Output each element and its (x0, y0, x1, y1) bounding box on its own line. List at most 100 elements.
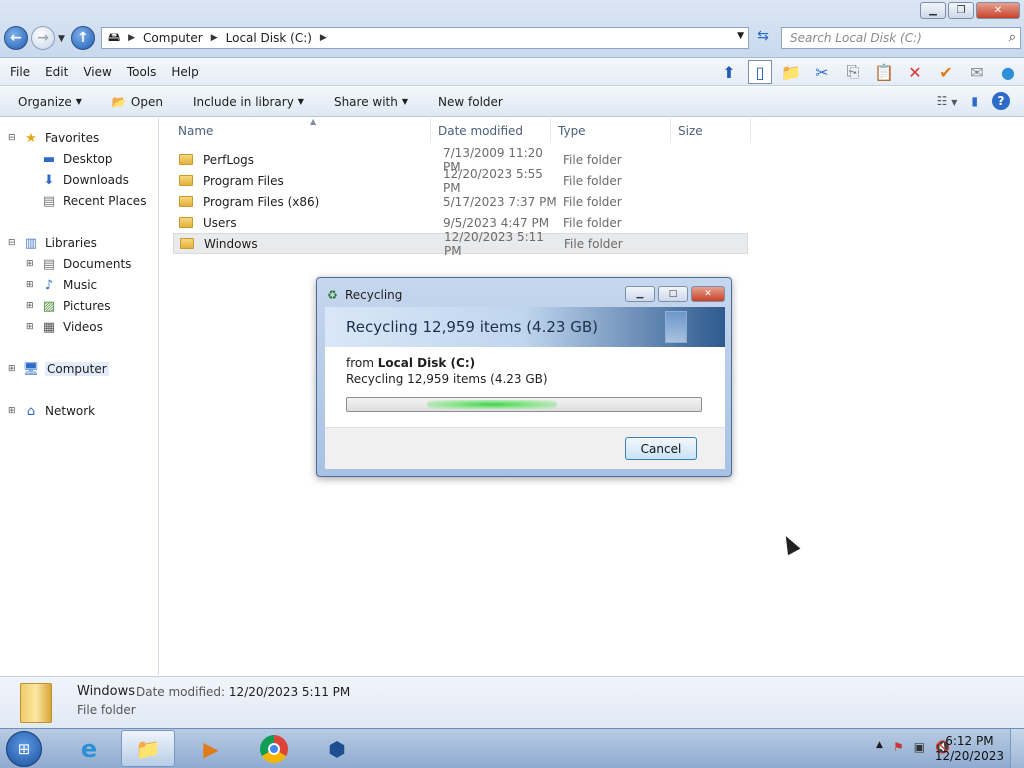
clock-time: 6:12 PM (945, 734, 994, 748)
show-desktop-button[interactable] (1010, 729, 1024, 768)
computer-icon: 🖴 (108, 29, 121, 44)
address-history-dropdown[interactable]: ▼ (737, 31, 744, 41)
back-button[interactable]: ← (4, 26, 28, 50)
list-item[interactable]: Program Files 12/20/2023 5:55 PM File fo… (173, 167, 748, 195)
list-item-selected[interactable]: Windows 12/20/2023 5:11 PM File folder (173, 230, 748, 258)
taskbar-chrome[interactable] (247, 730, 301, 767)
cancel-button[interactable]: Cancel (625, 437, 697, 460)
menu-view[interactable]: View (83, 65, 111, 79)
organize-button[interactable]: Organize ▼ (18, 95, 82, 109)
dialog-title: Recycling (345, 288, 403, 302)
item-name: Program Files (x86) (203, 194, 320, 209)
breadcrumb-separator-icon[interactable]: ▶ (128, 33, 135, 43)
delete-icon[interactable]: ✕ (903, 60, 927, 84)
tree-libraries[interactable]: ⊟ ▥ Libraries (8, 235, 97, 251)
downloads-icon: ⬇ (43, 172, 55, 188)
copy-icon[interactable]: ⎘ (841, 60, 865, 84)
view-options-icon[interactable]: ☷ ▼ (937, 94, 958, 108)
expand-icon[interactable]: ⊞ (8, 406, 17, 416)
column-header-type[interactable]: Type (553, 118, 671, 143)
tree-network[interactable]: ⊞ ⌂ Network (8, 403, 95, 419)
network-status-icon[interactable]: ▣ (914, 740, 925, 754)
restore-button[interactable]: ❐ (948, 2, 974, 19)
close-button[interactable]: ✕ (976, 2, 1020, 19)
taskbar-internet-explorer[interactable]: e (62, 730, 116, 767)
checkmark-icon[interactable]: ✔ (934, 60, 958, 84)
libraries-icon: ▥ (24, 235, 38, 251)
share-with-label: Share with (333, 94, 398, 109)
menu-file[interactable]: File (10, 65, 30, 79)
tree-pictures[interactable]: ⊞ ▨ Pictures (26, 298, 111, 314)
expand-icon[interactable]: ⊞ (8, 364, 17, 374)
preview-pane-toggle-icon[interactable]: ▮ (971, 94, 978, 108)
dialog-maximize-button[interactable]: □ (658, 286, 688, 302)
recent-pages-dropdown[interactable]: ▼ (58, 34, 65, 44)
tree-documents[interactable]: ⊞ ▤ Documents (26, 256, 131, 272)
tree-music[interactable]: ⊞ ♪ Music (26, 277, 97, 293)
tree-computer[interactable]: ⊞ 🖥 Computer (8, 361, 109, 377)
refresh-icon[interactable]: ⇆ (752, 28, 774, 48)
videos-label: Videos (63, 320, 103, 334)
breadcrumb-separator-icon[interactable]: ▶ (211, 33, 218, 43)
taskbar-windows-explorer[interactable]: 📁 (121, 730, 175, 767)
menu-edit[interactable]: Edit (45, 65, 68, 79)
dialog-status: Recycling 12,959 items (4.23 GB) (346, 372, 548, 386)
tree-recent-places[interactable]: ▤ Recent Places (41, 193, 147, 209)
mail-icon[interactable]: ✉ (965, 60, 989, 84)
new-folder-button[interactable]: New folder (438, 95, 503, 109)
dialog-close-button[interactable]: ✕ (691, 286, 725, 302)
show-hidden-icons-icon[interactable]: ▲ (876, 740, 883, 754)
search-input[interactable]: Search Local Disk (C:) ⌕ (781, 27, 1021, 49)
expand-icon[interactable]: ⊞ (26, 301, 35, 311)
computer-label: Computer (45, 362, 109, 376)
column-header-date-modified[interactable]: Date modified (433, 118, 551, 143)
minimize-button[interactable]: ▁ (920, 2, 946, 19)
collapse-icon[interactable]: ⊟ (8, 133, 17, 143)
up-button[interactable]: ↑ (71, 26, 95, 50)
tree-downloads[interactable]: ⬇ Downloads (41, 172, 129, 188)
address-bar[interactable]: 🖴 ▶ Computer ▶ Local Disk (C:) ▶ ▼ (101, 27, 749, 49)
preview-pane-icon[interactable]: ▯ (748, 60, 772, 84)
music-label: Music (63, 278, 98, 292)
breadcrumb-computer[interactable]: Computer (143, 31, 203, 45)
expand-icon[interactable]: ⊞ (26, 280, 35, 290)
menu-tools[interactable]: Tools (127, 65, 157, 79)
cut-icon[interactable]: ✂ (810, 60, 834, 84)
taskbar: ⊞ e 📁 ▶ ⬢ ▲ ⚑ ▣ 🔇 6:12 PM 12/20/2023 (0, 728, 1024, 768)
include-in-library-button[interactable]: Include in library ▼ (193, 95, 304, 109)
breadcrumb-local-disk[interactable]: Local Disk (C:) (226, 31, 312, 45)
dialog-heading-banner: Recycling 12,959 items (4.23 GB) (325, 307, 725, 347)
up-folder-icon[interactable]: ⬆ (717, 60, 741, 84)
folder-icon (179, 217, 193, 228)
folder-check-icon[interactable]: 📁 (779, 60, 803, 84)
list-item[interactable]: Program Files (x86) 5/17/2023 7:37 PM Fi… (173, 191, 748, 212)
share-with-button[interactable]: Share with ▼ (334, 95, 408, 109)
expand-icon[interactable]: ⊞ (26, 259, 35, 269)
clock[interactable]: 6:12 PM 12/20/2023 (935, 734, 1004, 764)
item-name: Program Files (203, 173, 284, 188)
help-icon[interactable]: ? (992, 92, 1010, 110)
taskbar-virtualbox[interactable]: ⬢ (310, 730, 364, 767)
collapse-icon[interactable]: ⊟ (8, 238, 17, 248)
paste-icon[interactable]: 📋 (872, 60, 896, 84)
forward-button[interactable]: → (31, 26, 55, 50)
expand-icon[interactable]: ⊞ (26, 322, 35, 332)
menu-bar: File Edit View Tools Help ⬆ ▯ 📁 ✂ ⎘ 📋 ✕ … (0, 58, 1024, 86)
column-header-name[interactable]: ▲ Name (173, 117, 431, 143)
search-icon[interactable]: ⌕ (1009, 30, 1016, 45)
breadcrumb-separator-icon[interactable]: ▶ (320, 33, 327, 43)
globe-icon[interactable]: ● (996, 60, 1020, 84)
open-button[interactable]: 📂 Open (112, 95, 163, 109)
start-button[interactable]: ⊞ (6, 731, 42, 767)
taskbar-media-player[interactable]: ▶ (184, 730, 238, 767)
dialog-minimize-button[interactable]: ▁ (625, 286, 655, 302)
tree-desktop[interactable]: ▬ Desktop (41, 151, 113, 167)
menu-help[interactable]: Help (171, 65, 198, 79)
tree-videos[interactable]: ⊞ ▦ Videos (26, 319, 103, 335)
column-header-size[interactable]: Size (673, 118, 751, 143)
libraries-label: Libraries (45, 236, 97, 250)
item-type: File folder (563, 152, 622, 167)
tree-favorites[interactable]: ⊟ ★ Favorites (8, 130, 99, 146)
sort-ascending-icon: ▲ (310, 117, 317, 126)
action-center-icon[interactable]: ⚑ (893, 740, 904, 754)
